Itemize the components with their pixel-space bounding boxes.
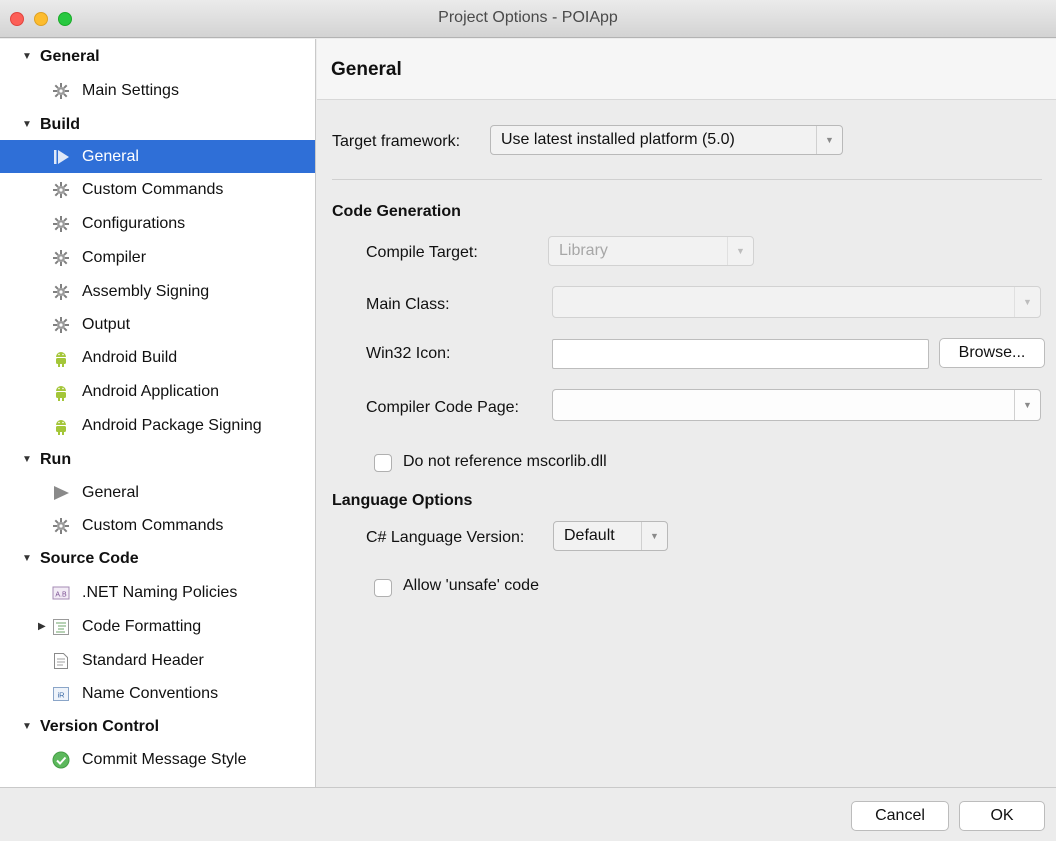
target-framework-select[interactable]: Use latest installed platform (5.0) ▼ xyxy=(490,125,843,155)
sidebar-item-android-package-signing[interactable]: Android Package Signing xyxy=(0,409,315,442)
sidebar-item-android-application[interactable]: Android Application xyxy=(0,375,315,408)
chevron-down-icon: ▼ xyxy=(641,522,667,550)
sidebar-item-run-custom-commands[interactable]: Custom Commands xyxy=(0,509,315,542)
android-icon xyxy=(56,352,66,367)
sidebar-item-label: General xyxy=(82,148,139,165)
chevron-down-icon: ▼ xyxy=(727,237,753,265)
disclosure-down-icon[interactable]: ▼ xyxy=(22,113,32,137)
disclosure-down-icon[interactable]: ▼ xyxy=(22,547,32,571)
check-circle-icon xyxy=(52,751,70,769)
panel-header: General xyxy=(317,39,1056,100)
chevron-down-icon: ▼ xyxy=(816,126,842,154)
play-icon xyxy=(54,150,69,164)
target-framework-label: Target framework: xyxy=(332,133,461,150)
sidebar-item-label: Custom Commands xyxy=(82,517,224,534)
win32-icon-label: Win32 Icon: xyxy=(366,345,451,362)
sidebar-item-commit-message-style[interactable]: Commit Message Style xyxy=(0,743,315,776)
sidebar-item-code-formatting[interactable]: ▶ Code Formatting xyxy=(0,610,315,643)
android-icon xyxy=(56,420,66,435)
allow-unsafe-checkbox[interactable] xyxy=(374,579,392,597)
sidebar-item-label: Custom Commands xyxy=(82,181,224,198)
sidebar-item-label: Assembly Signing xyxy=(82,283,210,300)
sidebar-item-name-conventions[interactable]: iR Name Conventions xyxy=(0,677,315,710)
sidebar-item-net-naming-policies[interactable]: A.B .NET Naming Policies xyxy=(0,576,315,609)
disclosure-right-icon[interactable]: ▶ xyxy=(38,610,46,643)
options-sidebar: ▼ General Main Settings ▼ Build General … xyxy=(0,39,316,787)
browse-button[interactable]: Browse... xyxy=(939,338,1045,368)
csharp-language-version-select[interactable]: Default ▼ xyxy=(553,521,668,551)
sidebar-item-build-custom-commands[interactable]: Custom Commands xyxy=(0,173,315,206)
naming-policy-icon: A.B xyxy=(52,586,70,600)
allow-unsafe-label: Allow 'unsafe' code xyxy=(403,577,539,594)
sidebar-item-standard-header[interactable]: Standard Header xyxy=(0,644,315,677)
language-options-heading: Language Options xyxy=(332,492,473,509)
sidebar-item-android-build[interactable]: Android Build xyxy=(0,341,315,374)
sidebar-item-label: Main Settings xyxy=(82,82,179,99)
sidebar-item-label: Code Formatting xyxy=(82,618,202,635)
sidebar-item-configurations[interactable]: Configurations xyxy=(0,207,315,240)
sidebar-item-label: Standard Header xyxy=(82,652,204,669)
android-icon xyxy=(56,386,66,401)
sidebar-item-label: .NET Naming Policies xyxy=(82,584,238,601)
sidebar-item-run-general[interactable]: General xyxy=(0,476,315,509)
window-title: Project Options - POIApp xyxy=(438,9,618,26)
sidebar-item-label: Commit Message Style xyxy=(82,751,247,768)
disclosure-down-icon[interactable]: ▼ xyxy=(22,448,32,472)
ok-button[interactable]: OK xyxy=(959,801,1045,831)
chevron-down-icon: ▼ xyxy=(1014,390,1040,420)
cancel-button[interactable]: Cancel xyxy=(851,801,949,831)
svg-text:A.B: A.B xyxy=(55,592,67,599)
sidebar-item-label: Name Conventions xyxy=(82,685,219,702)
win32-icon-field[interactable] xyxy=(552,339,929,369)
gear-icon xyxy=(53,216,69,232)
dialog-button-bar: Cancel OK xyxy=(0,787,1056,841)
page-title: General xyxy=(331,59,402,80)
sidebar-item-assembly-signing[interactable]: Assembly Signing xyxy=(0,275,315,308)
chevron-down-icon: ▼ xyxy=(1014,287,1040,317)
sidebar-item-build-general[interactable]: General xyxy=(0,140,315,173)
play-icon xyxy=(54,486,69,500)
disclosure-down-icon[interactable]: ▼ xyxy=(22,45,32,69)
title-bar: Project Options - POIApp xyxy=(0,0,1056,38)
gear-icon xyxy=(53,284,69,300)
main-class-label: Main Class: xyxy=(366,296,450,313)
gear-icon xyxy=(53,182,69,198)
sidebar-item-output[interactable]: Output xyxy=(0,308,315,341)
sidebar-item-label: Configurations xyxy=(82,215,186,232)
no-mscorlib-checkbox[interactable] xyxy=(374,454,392,472)
main-class-select[interactable]: ▼ xyxy=(552,286,1041,318)
compiler-code-page-label: Compiler Code Page: xyxy=(366,399,519,416)
code-formatting-icon xyxy=(53,619,69,635)
svg-text:iR: iR xyxy=(57,691,65,700)
sidebar-item-label: Android Application xyxy=(82,383,219,400)
options-panel: General Target framework: Use latest ins… xyxy=(317,39,1056,787)
divider xyxy=(332,179,1042,180)
gear-icon xyxy=(53,83,69,99)
compile-target-select[interactable]: Library ▼ xyxy=(548,236,754,266)
sidebar-item-label: Output xyxy=(82,316,131,333)
document-icon xyxy=(54,653,68,669)
sidebar-item-label: Android Build xyxy=(82,349,178,366)
name-conventions-icon: iR xyxy=(53,687,69,701)
compile-target-label: Compile Target: xyxy=(366,244,478,261)
compiler-code-page-select[interactable]: ▼ xyxy=(552,389,1041,421)
gear-icon xyxy=(53,518,69,534)
gear-icon xyxy=(53,317,69,333)
code-generation-heading: Code Generation xyxy=(332,203,461,220)
csharp-language-version-label: C# Language Version: xyxy=(366,529,525,546)
sidebar-item-label: Android Package Signing xyxy=(82,417,262,434)
sidebar-item-label: Compiler xyxy=(82,249,147,266)
sidebar-item-label: General xyxy=(82,484,139,501)
sidebar-item-compiler[interactable]: Compiler xyxy=(0,241,315,274)
gear-icon xyxy=(53,250,69,266)
disclosure-down-icon[interactable]: ▼ xyxy=(22,715,32,739)
no-mscorlib-label: Do not reference mscorlib.dll xyxy=(403,453,607,470)
project-options-window: Project Options - POIApp ▼ General Main … xyxy=(0,0,1056,841)
sidebar-item-main-settings[interactable]: Main Settings xyxy=(0,74,315,107)
